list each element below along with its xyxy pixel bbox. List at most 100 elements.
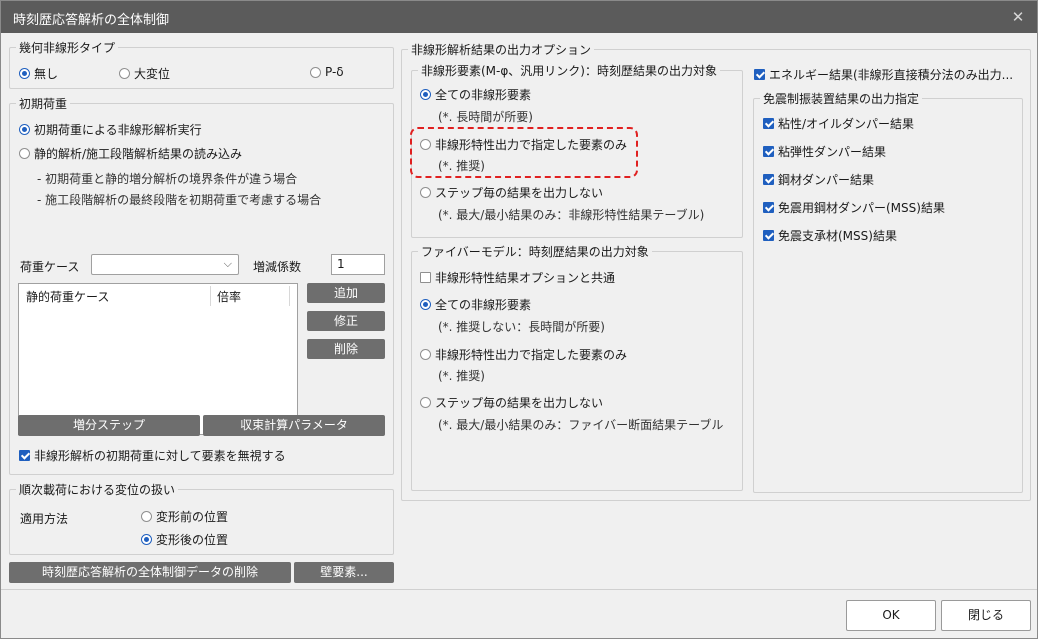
initial-load-note-1: - 初期荷重と静的増分解析の境界条件が違う場合 [37,172,298,186]
nonlinear-type-legend: 幾何非線形タイプ [19,41,116,55]
radio-initial-load-read[interactable]: 静的解析/施工段階解析結果の読み込み [19,145,242,162]
checkbox-label: 鋼材ダンパー結果 [778,173,875,187]
initial-load-legend: 初期荷重 [19,97,68,111]
checkbox-label: 免震用鋼材ダンパー(MSS)結果 [778,201,945,215]
fiber-common-checkbox[interactable]: 非線形特性結果オプションと共通 [420,269,615,286]
nonlinear-type-group: 幾何非線形タイプ [9,39,394,89]
radio-button-icon [119,68,130,79]
radio-fiber-specified[interactable]: 非線形特性出力で指定した要素のみ [420,346,627,363]
checkbox-label: 非線形解析の初期荷重に対して要素を無視する [34,449,286,463]
highlight-annotation [410,127,638,178]
table-header-divider [210,286,211,306]
ne-none-note: (*. 最大/最小結果のみ：非線形特性結果テーブル) [438,208,705,222]
radio-button-icon [19,148,30,159]
checkbox-icon [763,146,774,157]
incremental-step-button[interactable]: 増分ステップ [18,415,200,436]
convergence-parameter-button[interactable]: 収束計算パラメータ [203,415,385,436]
factor-label: 増減係数 [253,260,302,274]
factor-input[interactable]: 1 [331,254,385,275]
fiber-model-legend: ファイバーモデル：時刻歴結果の出力対象 [421,245,649,259]
radio-label: 無し [34,67,59,81]
isolator-mss-checkbox[interactable]: 免震支承材(MSS)結果 [763,227,897,244]
delete-button[interactable]: 削除 [307,339,385,359]
close-icon[interactable]: ✕ [1007,6,1029,28]
checkbox-label: エネルギー結果(非線形直接積分法のみ出力... [769,68,1014,82]
ignore-elements-checkbox[interactable]: 非線形解析の初期荷重に対して要素を無視する [19,447,286,464]
radio-fiber-all[interactable]: 全ての非線形要素 [420,296,531,313]
radio-button-icon [141,511,152,522]
damper-steel-checkbox[interactable]: 鋼材ダンパー結果 [763,171,874,188]
radio-fiber-none[interactable]: ステップ毎の結果を出力しない [420,394,603,411]
close-button[interactable]: 閉じる [941,600,1031,631]
add-button[interactable]: 追加 [307,283,385,303]
radio-label: 全ての非線形要素 [435,88,532,102]
radio-ne-none[interactable]: ステップ毎の結果を出力しない [420,184,603,201]
damper-viscous-checkbox[interactable]: 粘性/オイルダンパー結果 [763,115,914,132]
ne-all-note: (*. 長時間が所要) [438,110,533,124]
checkbox-label: 免震支承材(MSS)結果 [778,229,897,243]
table-header-divider [289,286,290,306]
wall-elements-button[interactable]: 壁要素... [294,562,394,583]
initial-load-note-2: - 施工段階解析の最終段階を初期荷重で考慮する場合 [37,193,322,207]
checkbox-icon [19,450,30,461]
load-case-table[interactable]: 静的荷重ケース 倍率 [18,283,298,435]
damper-output-legend: 免震制振装置結果の出力指定 [763,92,920,106]
radio-ne-all[interactable]: 全ての非線形要素 [420,86,531,103]
fiber-all-note: (*. 推奨しない：長時間が所要) [438,320,605,334]
window-title: 時刻歴応答解析の全体制御 [13,13,170,28]
fiber-none-note: (*. 最大/最小結果のみ：ファイバー断面結果テーブル [438,418,724,432]
damper-mss-steel-checkbox[interactable]: 免震用鋼材ダンパー(MSS)結果 [763,199,945,216]
radio-nonlinear-large-displacement[interactable]: 大変位 [119,65,170,82]
radio-label: 初期荷重による非線形解析実行 [34,123,202,137]
load-case-label: 荷重ケース [20,260,80,274]
radio-button-icon [420,187,431,198]
energy-result-checkbox[interactable]: エネルギー結果(非線形直接積分法のみ出力... [754,66,1013,83]
radio-button-icon [310,66,321,78]
checkbox-icon [763,174,774,185]
radio-button-icon [420,299,431,310]
checkbox-label: 粘弾性ダンパー結果 [778,145,887,159]
table-header-factor: 倍率 [217,290,242,304]
chevron-down-icon: ⌵ [223,257,232,270]
radio-label: P-δ [325,65,344,79]
delete-control-data-button[interactable]: 時刻歴応答解析の全体制御データの削除 [9,562,291,583]
ok-button[interactable]: OK [846,600,936,631]
radio-button-icon [420,89,431,100]
radio-label: 大変位 [134,67,171,81]
radio-label: 全ての非線形要素 [435,298,532,312]
title-bar: 時刻歴応答解析の全体制御 ✕ [1,1,1037,33]
sequential-load-legend: 順次載荷における変位の扱い [19,483,176,497]
radio-label: 変形後の位置 [156,533,229,547]
checkbox-icon [754,69,765,80]
radio-initial-load-run[interactable]: 初期荷重による非線形解析実行 [19,121,202,138]
nonlinear-elements-legend: 非線形要素(M-φ、汎用リンク)：時刻歴結果の出力対象 [421,64,717,78]
damper-viscoelastic-checkbox[interactable]: 粘弾性ダンパー結果 [763,143,886,160]
radio-label: 静的解析/施工段階解析結果の読み込み [34,147,243,161]
radio-after-deformation[interactable]: 変形後の位置 [141,531,228,548]
checkbox-icon [763,118,774,129]
radio-label: ステップ毎の結果を出力しない [435,186,604,200]
output-options-legend: 非線形解析結果の出力オプション [411,43,592,57]
checkbox-icon [420,272,431,283]
radio-button-icon [420,349,431,360]
checkbox-icon [763,230,774,241]
radio-button-icon [19,124,30,135]
checkbox-icon [763,202,774,213]
modify-button[interactable]: 修正 [307,311,385,331]
radio-label: 変形前の位置 [156,510,229,524]
footer-divider [1,589,1037,590]
table-header-load-case: 静的荷重ケース [26,290,110,304]
method-label: 適用方法 [20,512,69,526]
checkbox-label: 粘性/オイルダンパー結果 [778,117,915,131]
load-case-select[interactable]: ⌵ [91,254,239,275]
radio-before-deformation[interactable]: 変形前の位置 [141,508,228,525]
radio-button-icon [141,534,152,545]
checkbox-label: 非線形特性結果オプションと共通 [435,271,616,285]
dialog-window: 時刻歴応答解析の全体制御 ✕ 幾何非線形タイプ 無し 大変位 P-δ 初期荷重 … [0,0,1038,639]
radio-label: 非線形特性出力で指定した要素のみ [435,348,628,362]
radio-label: ステップ毎の結果を出力しない [435,396,604,410]
radio-nonlinear-p-delta[interactable]: P-δ [310,65,344,79]
fiber-specified-note: (*. 推奨) [438,369,485,383]
radio-button-icon [19,68,30,79]
radio-nonlinear-none[interactable]: 無し [19,65,58,82]
